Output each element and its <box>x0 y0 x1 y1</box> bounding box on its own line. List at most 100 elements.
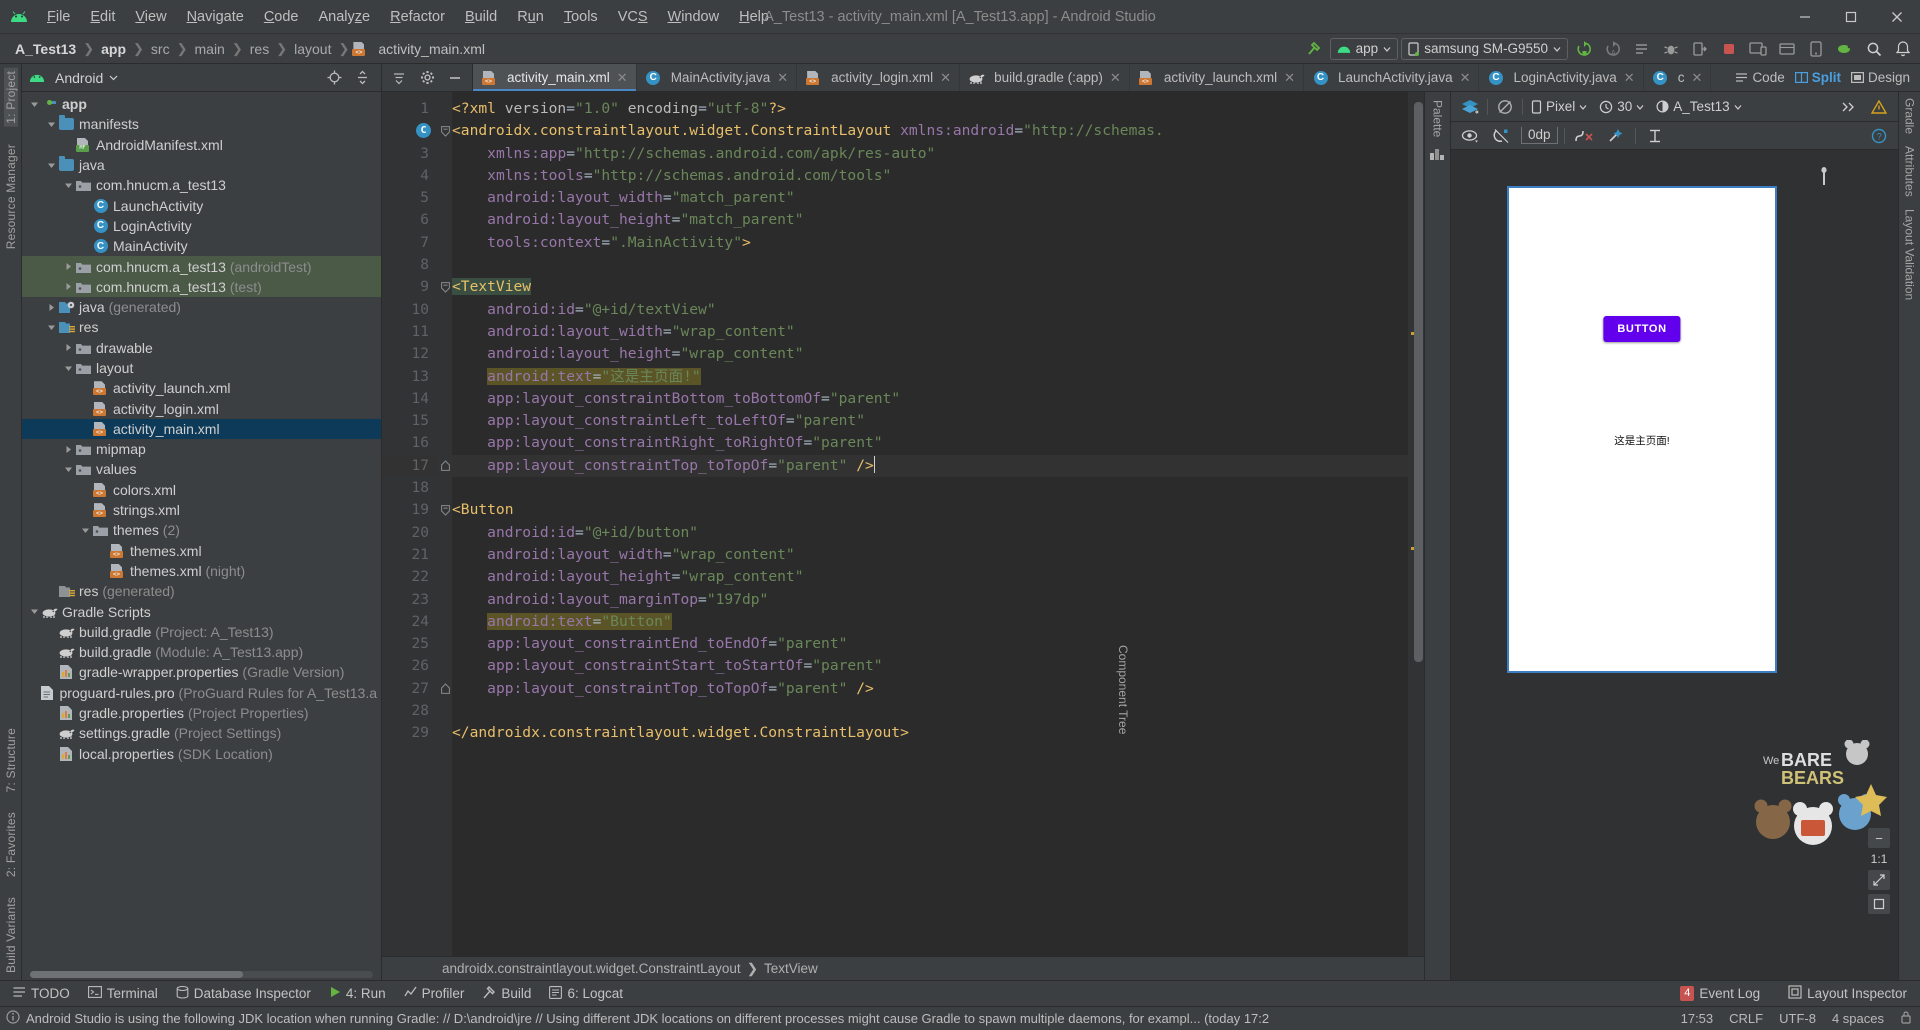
design-canvas[interactable]: BUTTON 这是主页面! We BARE BEARS − 1:1 <box>1451 150 1898 980</box>
guidelines-icon[interactable] <box>1642 124 1668 148</box>
editor-tab[interactable]: build.gradle (:app) ✕ <box>960 64 1130 91</box>
tree-item[interactable]: local.properties (SDK Location) <box>22 744 381 764</box>
menu-refactor[interactable]: Refactor <box>381 6 454 28</box>
tree-expander[interactable] <box>79 382 92 395</box>
code-line[interactable]: app:layout_constraintRight_toRightOf="pa… <box>452 432 1408 454</box>
tree-item[interactable]: <> themes.xml <box>22 541 381 561</box>
fold-marker[interactable] <box>438 455 452 477</box>
scroll-from-source-icon[interactable] <box>321 66 347 90</box>
tree-expander[interactable] <box>79 422 92 435</box>
status-encoding[interactable]: UTF-8 <box>1779 1011 1816 1026</box>
api-level-selector[interactable]: 30 <box>1595 97 1648 116</box>
code-line[interactable]: android:layout_width="match_parent" <box>452 187 1408 209</box>
overflow-chevrons-icon[interactable] <box>1836 95 1862 119</box>
code-line[interactable] <box>452 254 1408 276</box>
tree-item[interactable]: <> strings.xml <box>22 500 381 520</box>
tree-item[interactable]: drawable <box>22 338 381 358</box>
menu-file[interactable]: File <box>38 6 79 28</box>
editor-tab[interactable]: <> activity_launch.xml ✕ <box>1130 64 1305 91</box>
fold-marker[interactable] <box>438 388 452 410</box>
tree-expander[interactable] <box>45 666 58 679</box>
tree-expander[interactable] <box>62 463 75 476</box>
view-mode-design[interactable]: Design <box>1850 70 1910 85</box>
rail-resource-manager-button[interactable]: Resource Manager <box>4 141 18 252</box>
code-text[interactable]: <?xml version="1.0" encoding="utf-8"?> <a… <box>452 92 1408 956</box>
tree-expander[interactable] <box>62 362 75 375</box>
fold-marker[interactable] <box>438 366 452 388</box>
autoconnect-off-icon[interactable] <box>1489 124 1515 148</box>
tree-item[interactable]: manifests <box>22 114 381 134</box>
fold-marker[interactable] <box>438 611 452 633</box>
editor-tab[interactable]: <> activity_main.xml ✕ <box>473 64 637 91</box>
bottom-tool-todo[interactable]: TODO <box>6 984 77 1003</box>
menu-edit[interactable]: Edit <box>81 6 124 28</box>
tree-item[interactable]: MF AndroidManifest.xml <box>22 135 381 155</box>
breadcrumb-src[interactable]: src <box>146 39 175 59</box>
run-with-coverage-icon[interactable]: A <box>1600 37 1626 61</box>
tree-expander[interactable] <box>79 240 92 253</box>
menu-navigate[interactable]: Navigate <box>178 6 253 28</box>
tree-item[interactable]: C MainActivity <box>22 236 381 256</box>
tree-item[interactable]: <> colors.xml <box>22 480 381 500</box>
view-options-eye-icon[interactable] <box>1457 124 1483 148</box>
breadcrumb-file[interactable]: activity_main.xml <box>373 39 490 59</box>
bottom-tool-4-run[interactable]: 4: Run <box>322 984 393 1003</box>
editor-tab[interactable]: C MainActivity.java ✕ <box>637 64 798 91</box>
tree-item[interactable]: gradle.properties (Project Properties) <box>22 703 381 723</box>
zoom-controls[interactable]: − 1:1 <box>1868 828 1890 914</box>
tree-item[interactable]: com.hnucm.a_test13 (androidTest) <box>22 256 381 277</box>
tree-item[interactable]: res (generated) <box>22 581 381 601</box>
code-line[interactable]: </androidx.constraintlayout.widget.Const… <box>452 722 1408 744</box>
fold-marker[interactable] <box>438 678 452 700</box>
code-line[interactable]: app:layout_constraintEnd_toEndOf="parent… <box>452 633 1408 655</box>
palette-icon[interactable] <box>1430 147 1445 163</box>
layout-validation-rail-label[interactable]: Layout Validation <box>1903 209 1917 300</box>
attributes-rail-label[interactable]: Attributes <box>1903 146 1917 197</box>
fold-marker[interactable] <box>438 254 452 276</box>
menu-analyze[interactable]: Analyze <box>310 6 380 28</box>
tree-item[interactable]: <> activity_launch.xml <box>22 378 381 398</box>
tree-item[interactable]: mipmap <box>22 439 381 459</box>
menu-code[interactable]: Code <box>255 6 308 28</box>
bottom-tool-profiler[interactable]: Profiler <box>397 984 472 1003</box>
tree-expander[interactable] <box>62 341 75 354</box>
fold-marker[interactable] <box>438 700 452 722</box>
close-icon[interactable]: ✕ <box>777 70 788 86</box>
event-log-button[interactable]: 4 Event Log <box>1673 984 1767 1003</box>
design-surface-mode-icon[interactable] <box>1457 95 1483 119</box>
tree-item[interactable]: layout <box>22 358 381 378</box>
view-mode-code[interactable]: Code <box>1735 70 1785 85</box>
search-icon[interactable] <box>1861 37 1887 61</box>
tree-item[interactable]: res <box>22 317 381 337</box>
code-line[interactable]: android:layout_height="wrap_content" <box>452 343 1408 365</box>
menu-tools[interactable]: Tools <box>555 6 607 28</box>
warning-triangle-icon[interactable] <box>1866 95 1892 119</box>
tree-expander[interactable] <box>45 585 58 598</box>
breadcrumb-layout[interactable]: layout <box>289 39 336 59</box>
fold-marker[interactable] <box>438 165 452 187</box>
fold-marker[interactable] <box>438 299 452 321</box>
device-file-explorer-icon[interactable] <box>1803 37 1829 61</box>
fold-marker[interactable] <box>438 655 452 677</box>
tree-expander[interactable] <box>62 138 75 151</box>
close-button[interactable] <box>1874 0 1920 34</box>
tree-item[interactable]: com.hnucm.a_test13 <box>22 175 381 195</box>
menu-view[interactable]: View <box>126 6 175 28</box>
help-icon[interactable]: ? <box>1866 124 1892 148</box>
tree-item[interactable]: values <box>22 459 381 479</box>
tree-expander[interactable] <box>28 605 41 618</box>
code-line[interactable]: android:text="这是主页面!" <box>452 366 1408 388</box>
code-line[interactable] <box>452 477 1408 499</box>
palette-label[interactable]: Palette <box>1431 100 1445 137</box>
tree-expander[interactable] <box>45 118 58 131</box>
code-line[interactable]: android:layout_height="wrap_content" <box>452 566 1408 588</box>
layout-inspector-button[interactable]: Layout Inspector <box>1781 983 1914 1004</box>
code-line[interactable]: android:layout_width="wrap_content" <box>452 544 1408 566</box>
tree-expander[interactable] <box>45 707 58 720</box>
orientation-icon[interactable] <box>1492 95 1518 119</box>
bottom-tool-database-inspector[interactable]: Database Inspector <box>169 984 318 1004</box>
code-line[interactable]: <androidx.constraintlayout.widget.Constr… <box>452 120 1408 142</box>
code-line[interactable]: app:layout_constraintBottom_toBottomOf="… <box>452 388 1408 410</box>
code-line[interactable]: android:text="Button" <box>452 611 1408 633</box>
settings-gear-icon[interactable] <box>414 66 440 90</box>
